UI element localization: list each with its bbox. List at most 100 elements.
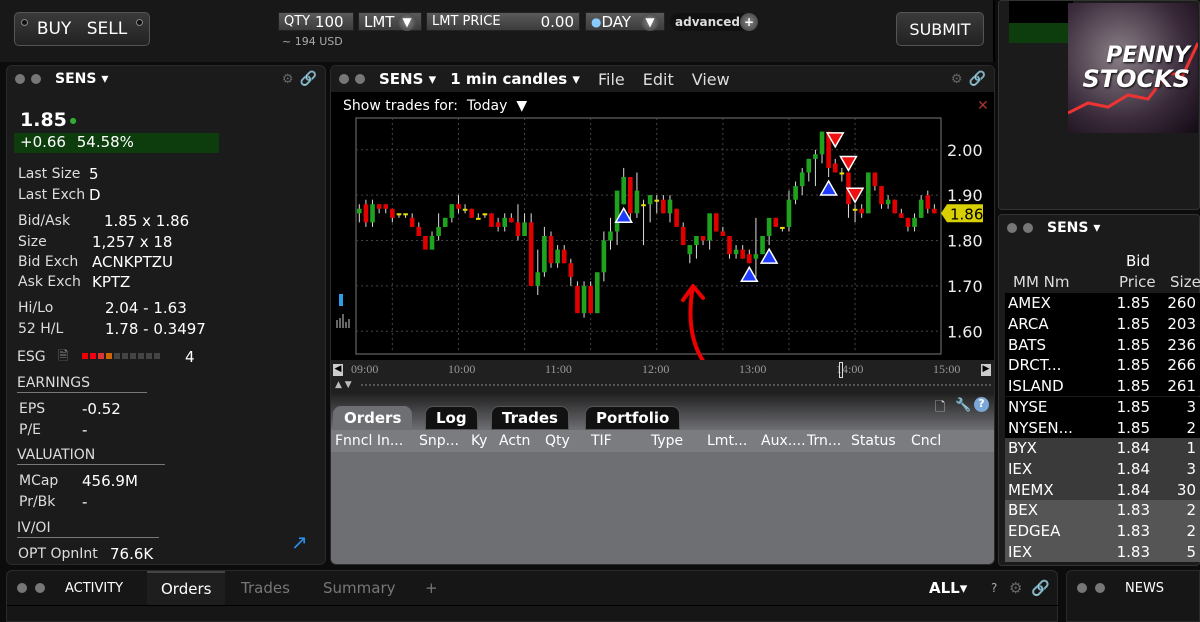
orders-column-header[interactable]: Status <box>851 433 911 449</box>
orders-column-header[interactable]: Cncl <box>911 433 947 449</box>
tif-select[interactable]: ● DAY ▼ <box>585 12 665 31</box>
scroller-time-label: 09:00 <box>351 362 379 376</box>
depth-row[interactable]: MEMX 1.84 30 <box>1005 479 1200 500</box>
submit-button[interactable]: SUBMIT <box>896 12 984 46</box>
tab-trades[interactable]: Trades <box>491 406 569 430</box>
tab-portfolio[interactable]: Portfolio <box>585 406 681 430</box>
filter-dropdown[interactable]: ALL ▾ <box>915 571 981 605</box>
depth-row[interactable]: NYSE 1.85 3 <box>1005 396 1200 418</box>
buy-sell-label: BUY SELL <box>36 19 128 39</box>
candle-body <box>733 249 739 255</box>
expand-icon[interactable] <box>355 74 365 84</box>
quote-row-value: 1.85 x 1.86 <box>104 212 190 230</box>
orders-column-header[interactable]: Ky <box>471 433 499 449</box>
orders-column-header[interactable]: Snp... <box>419 433 471 449</box>
expand-icon[interactable] <box>1095 583 1105 593</box>
close-icon[interactable] <box>1077 583 1087 593</box>
depth-row[interactable]: AMEX 1.85 260 <box>1005 293 1200 314</box>
depth-cell-mm: BATS <box>1008 335 1047 354</box>
approx-order-value: ~ 194 USD <box>282 35 343 48</box>
expand-icon[interactable] <box>35 583 45 593</box>
add-tab-button[interactable]: + <box>411 571 452 605</box>
orders-column-header[interactable]: Lmt... <box>707 433 761 449</box>
orders-column-header[interactable]: Type <box>651 433 707 449</box>
depth-row[interactable]: IEX 1.83 5 <box>1005 541 1200 563</box>
depth-row[interactable]: BYX 1.84 1 <box>1005 437 1200 459</box>
depth-row[interactable]: ARCA 1.85 203 <box>1005 313 1200 335</box>
candle-body <box>773 217 779 227</box>
candle-body <box>383 204 389 209</box>
depth-row[interactable]: BATS 1.85 236 <box>1005 334 1200 356</box>
orders-column-header[interactable]: Trn... <box>807 433 851 449</box>
show-trades-filter[interactable]: Show trades for: Today ▼ <box>343 98 527 114</box>
link-icon[interactable]: 🔗 <box>300 71 317 87</box>
option-open-interest-label: OPT OpnInt <box>18 546 98 562</box>
depth-row[interactable]: EDGEA 1.83 2 <box>1005 520 1200 542</box>
depth-cell-mm: ARCA <box>1008 315 1049 334</box>
depth-row[interactable]: BEX 1.83 2 <box>1005 500 1200 521</box>
candlestick-chart[interactable]: 1.601.701.801.902.009:109:209:309:409:50… <box>331 114 995 360</box>
depth-row[interactable]: IEX 1.84 3 <box>1005 458 1200 480</box>
expand-arrow-icon[interactable]: ↗ <box>291 530 308 554</box>
tab-log[interactable]: Log <box>425 406 478 430</box>
tab-activity-trades[interactable]: Trades <box>227 571 304 605</box>
depth-cell-price: 1.85 <box>1116 294 1150 313</box>
candle-body <box>482 213 488 216</box>
scroll-right-icon[interactable]: ▶ <box>981 364 991 376</box>
depth-cell-price: 1.83 <box>1116 501 1150 520</box>
link-icon[interactable]: 🔗 <box>1017 571 1064 605</box>
candle-body <box>376 204 382 209</box>
close-icon[interactable] <box>15 74 25 84</box>
document-icon[interactable]: 🗎 <box>58 347 68 369</box>
candle-body <box>568 263 574 277</box>
menu-file[interactable]: File <box>598 70 625 89</box>
depth-symbol-dropdown[interactable]: SENS ▾ <box>1047 220 1100 236</box>
chart-symbol-dropdown[interactable]: SENS ▾ <box>379 70 436 88</box>
advanced-button[interactable]: advanced + <box>670 13 758 31</box>
scroll-left-icon[interactable]: ◀ <box>333 364 343 376</box>
close-icon[interactable] <box>17 583 27 593</box>
orders-column-header[interactable]: Fnncl In... <box>335 433 419 449</box>
orders-column-header[interactable]: TIF <box>591 433 651 449</box>
close-trades-icon[interactable]: ✕ <box>977 98 989 114</box>
candle-body <box>786 199 792 227</box>
link-icon[interactable]: 🔗 <box>969 71 986 87</box>
help-icon[interactable]: ? <box>974 397 989 412</box>
expand-icon[interactable] <box>1023 223 1033 233</box>
tab-orders[interactable]: Orders <box>333 406 413 430</box>
orders-column-header[interactable]: Qty <box>545 433 591 449</box>
gear-icon[interactable]: ⚙ <box>282 72 294 87</box>
tab-activity-summary[interactable]: Summary <box>309 571 410 605</box>
symbol-dropdown[interactable]: SENS ▾ <box>55 71 108 87</box>
quantity-field[interactable]: QTY 100 <box>278 12 354 31</box>
quote-row-label: 52 H/L <box>18 321 64 337</box>
pe-value: - <box>82 421 88 439</box>
limit-price-field[interactable]: LMT PRICE 0.00 <box>426 12 580 31</box>
depth-row[interactable]: DRCT... 1.85 266 <box>1005 355 1200 376</box>
depth-row[interactable]: NYSEN... 1.85 2 <box>1005 417 1200 438</box>
wrench-icon[interactable]: 🔧 <box>955 398 971 413</box>
menu-view[interactable]: View <box>692 70 730 89</box>
orders-column-header[interactable]: Actn <box>499 433 545 449</box>
interval-dropdown[interactable]: 1 min candles ▾ <box>450 70 580 88</box>
no-document-icon[interactable]: 🗋 <box>935 398 945 420</box>
order-type-select[interactable]: LMT ▼ <box>358 12 422 31</box>
depth-row[interactable]: ISLAND 1.85 261 <box>1005 375 1200 397</box>
orders-column-header[interactable]: Aux.... <box>761 433 807 449</box>
candle-body <box>522 222 527 236</box>
clock-icon: ● <box>591 14 602 29</box>
tab-activity-orders[interactable]: Orders <box>147 571 226 605</box>
last-price-value: 1.85 <box>20 109 67 131</box>
gear-icon[interactable]: ⚙ <box>951 72 963 87</box>
expand-icon[interactable] <box>31 74 41 84</box>
zoom-arrows-icon[interactable]: ▲ ▼ <box>335 380 352 390</box>
menu-edit[interactable]: Edit <box>643 70 674 89</box>
buy-sell-button[interactable]: BUY SELL <box>14 12 150 46</box>
candle-body <box>608 231 613 241</box>
close-icon[interactable] <box>339 74 349 84</box>
esg-segment <box>146 353 152 359</box>
depth-cell-price: 1.85 <box>1116 418 1150 437</box>
close-icon[interactable] <box>1007 223 1017 233</box>
time-scroller[interactable]: ◀ ▶ 09:00 10:00 11:00 12:00 13:00 14:00 15:00 … <box>331 360 994 394</box>
scroller-handle[interactable] <box>839 362 843 378</box>
